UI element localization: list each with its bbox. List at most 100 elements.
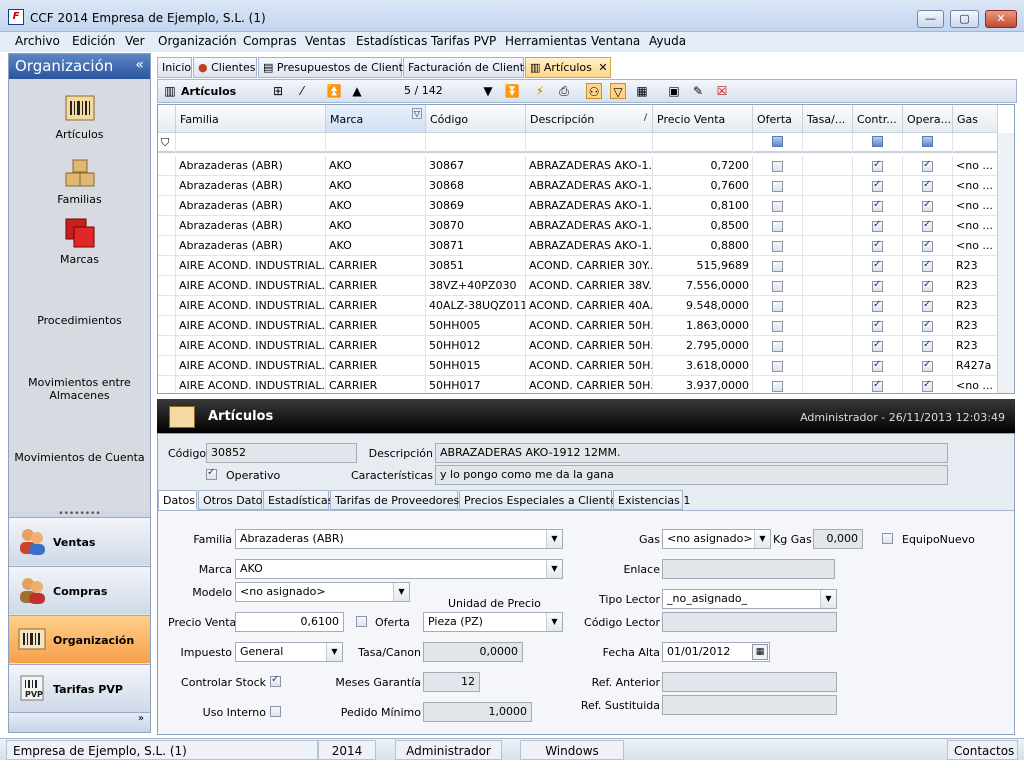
cell-checkbox[interactable] — [922, 299, 933, 312]
fecha-field[interactable]: 01/01/2012 ▦ — [662, 642, 770, 662]
cell-checkbox[interactable] — [922, 199, 933, 212]
cell-checkbox[interactable] — [772, 260, 783, 272]
filter-cell[interactable] — [953, 133, 998, 153]
table-row[interactable]: AIRE ACOND. INDUSTRIAL... CARRIER 50HH012 A… — [158, 336, 998, 356]
cell-checkbox[interactable] — [872, 279, 883, 292]
first-record-icon[interactable]: ⏫ — [326, 83, 342, 99]
column-header[interactable]: Opera... — [903, 105, 953, 133]
calendar-icon[interactable]: ▦ — [752, 644, 768, 660]
edit-record-icon[interactable]: ✎ — [690, 83, 706, 99]
menu-ventana[interactable]: Ventana — [591, 34, 640, 48]
descripcion-field[interactable]: ABRAZADERAS AKO-1912 12MM. — [435, 443, 948, 463]
enlace-field[interactable] — [662, 559, 835, 579]
filter-checkbox[interactable] — [772, 136, 783, 147]
row-selector[interactable] — [158, 196, 176, 216]
tasa-field[interactable]: 0,0000 — [423, 642, 523, 662]
cell-checkbox[interactable] — [872, 319, 883, 332]
menu-herramientas[interactable]: Herramientas — [505, 34, 587, 48]
tab-existencias[interactable]: Existencias 1 — [613, 490, 690, 510]
print-icon[interactable]: ⎙ — [556, 83, 572, 99]
tab-otros-datos[interactable]: Otros Datos — [198, 490, 268, 510]
nav-compras[interactable]: Compras — [9, 566, 150, 614]
table-row[interactable]: Abrazaderas (ABR) AKO 30867 ABRAZADERAS AKO… — [158, 156, 998, 176]
column-header[interactable]: Código — [426, 105, 526, 133]
codigo-field[interactable]: 30852 — [206, 443, 357, 463]
cell-checkbox[interactable] — [772, 300, 783, 312]
row-selector[interactable] — [158, 176, 176, 196]
filter-cell[interactable] — [326, 133, 426, 153]
sidebar-item-procedimientos[interactable]: Procedimientos — [9, 314, 150, 327]
sidebar-item-movimientos-almacenes[interactable]: Movimientos entre Almacenes — [9, 376, 150, 402]
wand-icon[interactable]: ⁄ — [294, 83, 310, 99]
oferta-checkbox[interactable] — [356, 616, 367, 627]
column-header[interactable]: Tasa/... — [803, 105, 853, 133]
row-selector[interactable] — [158, 356, 176, 376]
cell-checkbox[interactable] — [872, 359, 883, 372]
filter-cell[interactable] — [426, 133, 526, 153]
cell-checkbox[interactable] — [872, 179, 883, 192]
cell-checkbox[interactable] — [872, 159, 883, 172]
nav-tarifas-pvp[interactable]: PVP Tarifas PVP — [9, 664, 150, 712]
table-row[interactable]: AIRE ACOND. INDUSTRIAL... CARRIER 50HH005 A… — [158, 316, 998, 336]
cell-checkbox[interactable] — [922, 359, 933, 372]
filter-cell[interactable] — [803, 133, 853, 153]
menu-compras[interactable]: Compras — [243, 34, 297, 48]
sidebar-item-articulos[interactable]: Artículos — [9, 92, 150, 141]
menu-estadisticas[interactable]: Estadísticas — [356, 34, 427, 48]
menu-ayuda[interactable]: Ayuda — [649, 34, 686, 48]
filter-dropdown-icon[interactable]: ▽ — [411, 108, 422, 119]
operativo-checkbox[interactable] — [206, 467, 217, 480]
filter-cell[interactable] — [903, 133, 953, 153]
cell-checkbox[interactable] — [872, 299, 883, 312]
maximize-button[interactable]: ▢ — [950, 10, 979, 28]
menu-ver[interactable]: Ver — [125, 34, 145, 48]
controlar-checkbox[interactable] — [270, 674, 281, 687]
collapse-icon[interactable]: « — [135, 57, 144, 73]
menu-ventas[interactable]: Ventas — [305, 34, 346, 48]
new-record-icon[interactable]: ▣ — [666, 83, 682, 99]
uso-checkbox[interactable] — [270, 706, 281, 717]
cell-checkbox[interactable] — [922, 319, 933, 332]
last-record-icon[interactable]: ⏬ — [504, 83, 520, 99]
tab-facturacion[interactable]: Facturación de Clientes — [403, 57, 537, 78]
next-record-icon[interactable]: ▼ — [480, 83, 496, 99]
row-selector[interactable] — [158, 336, 176, 356]
status-contactos[interactable]: Contactos — [947, 740, 1018, 760]
cell-checkbox[interactable] — [772, 180, 783, 192]
sidebar-item-movimientos-cuenta[interactable]: Movimientos de Cuenta — [9, 451, 150, 464]
minimize-button[interactable]: — — [917, 10, 944, 28]
column-header[interactable]: Gas — [953, 105, 998, 133]
equipo-checkbox[interactable] — [882, 533, 893, 544]
tab-articulos[interactable]: ▥ Artículos ✕ — [525, 57, 611, 78]
filter-cell[interactable] — [176, 133, 326, 153]
column-header[interactable]: Marca ▽ — [326, 105, 426, 133]
refsus-field[interactable] — [662, 695, 837, 715]
binoculars-icon[interactable]: ⚇ — [586, 83, 602, 99]
table-row[interactable]: Abrazaderas (ABR) AKO 30871 ABRAZADERAS AKO… — [158, 236, 998, 256]
unidad-select[interactable]: Pieza (PZ) ▼ — [423, 612, 563, 632]
codlector-field[interactable] — [662, 612, 837, 632]
kggas-field[interactable]: 0,000 — [813, 529, 863, 549]
column-header[interactable]: Descripción / — [526, 105, 653, 133]
cell-checkbox[interactable] — [772, 360, 783, 372]
close-button[interactable]: ✕ — [985, 10, 1017, 28]
row-selector[interactable] — [158, 156, 176, 176]
column-header[interactable]: Contr... — [853, 105, 903, 133]
row-selector[interactable] — [158, 256, 176, 276]
row-selector[interactable] — [158, 276, 176, 296]
lightning-icon[interactable]: ⚡ — [532, 83, 548, 99]
column-header[interactable]: Oferta — [753, 105, 803, 133]
cell-checkbox[interactable] — [872, 219, 883, 232]
cell-checkbox[interactable] — [772, 380, 783, 392]
refant-field[interactable] — [662, 672, 837, 692]
row-selector[interactable] — [158, 296, 176, 316]
sidebar-item-marcas[interactable]: Marcas — [9, 217, 150, 266]
filter-cell[interactable] — [526, 133, 653, 153]
filter-cell[interactable] — [753, 133, 803, 153]
column-header[interactable]: Precio Venta — [653, 105, 753, 133]
cell-checkbox[interactable] — [872, 339, 883, 352]
cell-checkbox[interactable] — [772, 340, 783, 352]
cell-checkbox[interactable] — [772, 280, 783, 292]
tab-inicio[interactable]: Inicio — [157, 57, 192, 78]
row-selector[interactable] — [158, 236, 176, 256]
